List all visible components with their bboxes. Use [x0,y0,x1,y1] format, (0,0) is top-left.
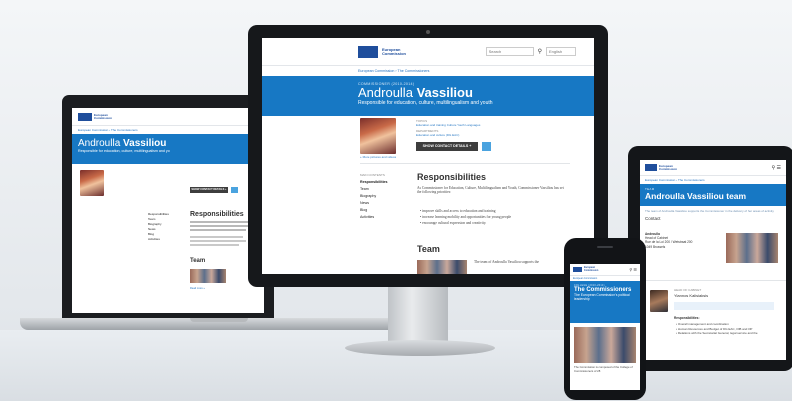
eu-flag-icon [573,267,582,272]
divider [360,163,570,164]
eu-flag-icon [645,164,657,171]
member-title: HEAD OF CABINET [674,288,702,292]
desktop-header: European Commission ⚲ English [262,38,594,66]
tablet-contact-label: Contact [645,216,661,221]
laptop-side-nav: Responsibilities Team Biography News Blo… [148,212,169,242]
search-icon[interactable]: ⚲ ☰ [771,165,781,171]
nav-news[interactable]: News [360,200,388,207]
monitor-foot [345,340,495,356]
tablet-team-photo[interactable] [726,233,778,263]
laptop-contact-button[interactable]: SHOW CONTACT DETAILS + [190,187,228,193]
desktop-search-area: ⚲ English [485,47,576,56]
phone-screen: European Commission ⚲ ☰ European Commiss… [570,264,640,390]
desktop-commissioner-name: Androulla Vassiliou [358,85,473,100]
laptop-tagline: Responsible for education, culture, mult… [78,149,170,153]
laptop-team-link[interactable]: Read more » [190,287,205,290]
team-photo[interactable] [417,260,467,274]
laptop-portrait[interactable] [80,170,104,196]
member-contact-box [674,302,774,310]
laptop-nav-activities[interactable]: Activities [148,237,169,242]
tablet-header: European Commission ⚲ ☰ [640,160,786,176]
language-selector[interactable]: English [546,47,576,56]
desktop-side-nav: MAIN CONTENTS Responsibilities Team Biog… [360,172,388,221]
responsibilities-intro: As Commissioner for Education, Culture, … [417,186,564,195]
nav-blog[interactable]: Blog [360,207,388,214]
tablet-screen: European Commission ⚲ ☰ European Commiss… [640,160,786,360]
laptop-twitter-icon[interactable] [231,187,238,193]
phone-body-text: The Commission is composed of the Colleg… [574,365,633,373]
side-nav-heading: MAIN CONTENTS [360,173,385,177]
camera-icon [426,30,430,34]
nav-team[interactable]: Team [360,186,388,193]
departments-link[interactable]: Education and culture (DG EAC) [416,133,459,137]
phone-subtitle: The European Commission's political lead… [574,293,630,301]
resp-list: • Overall management and coordination • … [676,322,758,336]
laptop-header: European Commission [72,108,264,126]
ec-logo[interactable]: European Commission [573,266,598,272]
nav-activities[interactable]: Activities [360,214,388,221]
laptop-notch [190,318,248,322]
responsibilities-title: Responsibilities [417,172,487,182]
menu-icon[interactable]: ⚲ ☰ [629,267,637,272]
desktop-contact-button[interactable]: SHOW CONTACT DETAILS + [416,142,478,151]
phone-title-band: COLLEGE (2010-2014) The Commissioners Th… [570,281,640,323]
desktop-breadcrumb[interactable]: European Commission › The Commissioners [262,66,594,76]
nav-biography[interactable]: Biography [360,193,388,200]
tablet-breadcrumb[interactable]: European Commission › The Commissioners [640,176,786,184]
team-title: Team [417,244,440,254]
desktop-portrait[interactable] [360,118,396,154]
topics-links[interactable]: Education and training Culture Youth Lan… [416,123,480,127]
devices-scene: European Commission European Commission … [0,0,792,401]
ec-logo[interactable]: European Commission [78,112,112,121]
laptop-breadcrumb[interactable]: European Commission › The Commissioners [72,126,264,134]
laptop-team-photo [190,269,226,283]
speaker-icon [597,246,613,248]
list-item: • Relations with the Secretariat General… [676,331,758,335]
laptop-commissioner-name: Androulla Vassiliou [78,138,167,149]
tablet-title-band: Team Androulla Vassiliou team [640,184,786,206]
search-icon[interactable]: ⚲ [538,48,542,55]
divider [640,280,786,281]
phone-header: European Commission ⚲ ☰ [570,264,640,276]
member-name: Yiannos Kalisiaksis [674,293,709,298]
twitter-icon[interactable] [482,142,491,151]
member-portrait[interactable] [650,290,668,312]
priorities-list: • improve skills and access to education… [420,208,511,226]
phone-college-photo[interactable] [574,327,636,363]
search-input[interactable] [485,47,534,56]
team-text: The team of Androulla Vassiliou supports… [474,260,540,264]
laptop-screen: European Commission European Commission … [72,108,264,313]
laptop-title-band: Androulla Vassiliou Responsible for educ… [72,134,264,164]
eu-flag-icon [78,112,92,121]
resp-label: Responsibilities: [674,316,700,320]
ec-logo[interactable]: European Commission [645,164,677,171]
desktop-tagline: Responsible for education, culture, mult… [358,100,493,106]
tablet-intro: The team of Androulla Vassiliou supports… [645,209,774,213]
laptop-team-title: Team [190,258,206,264]
laptop-section-title: Responsibilities [190,211,244,218]
desktop-screen: European Commission ⚲ English European C… [262,38,594,274]
ec-logo[interactable]: European Commission [358,45,406,58]
tablet-contact-info: Androulla Head of Cabinet Rue de la Loi … [645,232,693,249]
desktop-title-band: COMMISSIONER (2010-2014) Androulla Vassi… [262,76,594,116]
list-item: • encourage cultural expression and crea… [420,221,487,225]
tablet-title: Androulla Vassiliou team [645,191,747,201]
eu-flag-icon [358,45,378,58]
nav-responsibilities[interactable]: Responsibilities [360,179,388,186]
desktop-photo-link[interactable]: + More pictures and videos [360,155,396,159]
